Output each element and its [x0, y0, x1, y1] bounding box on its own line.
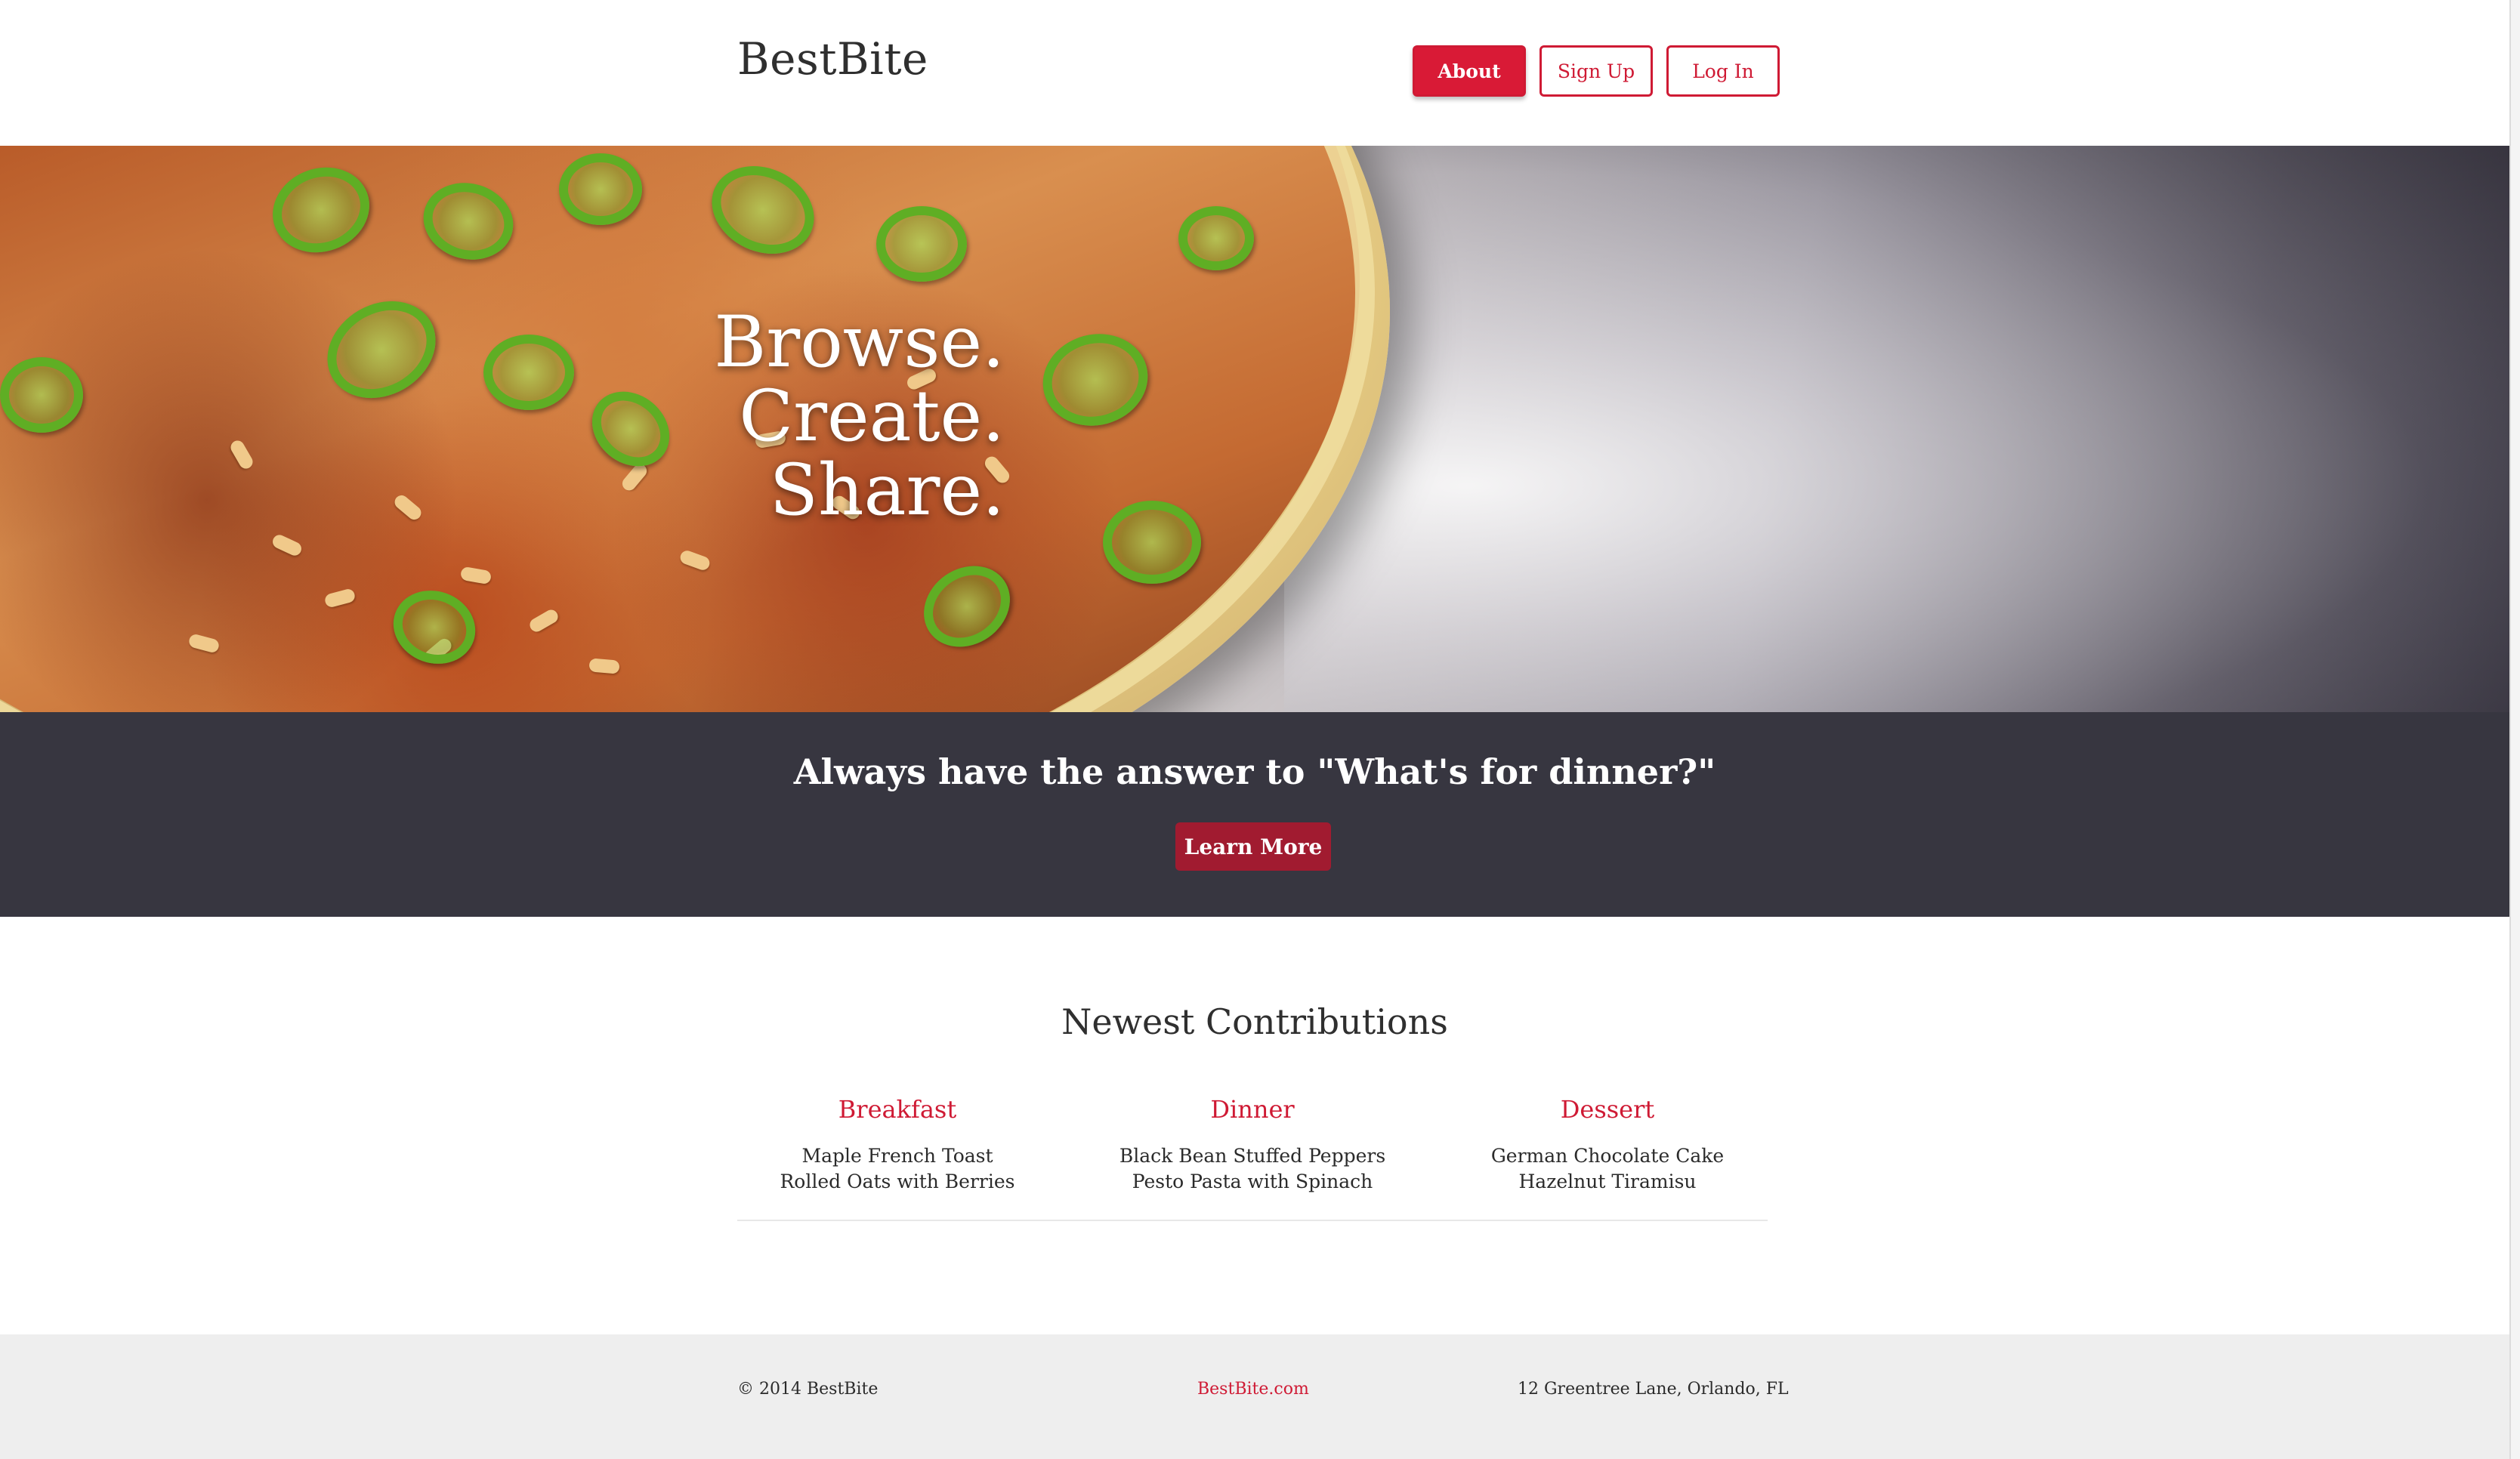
scallion-garnish — [559, 153, 642, 225]
hero-tagline: Browse. Create. Share. — [714, 306, 1005, 528]
learn-more-button[interactable]: Learn More — [1175, 822, 1331, 871]
page-scrollbar[interactable] — [2509, 0, 2520, 1459]
hero-line-create: Create. — [739, 375, 1005, 458]
scallion-garnish — [876, 206, 967, 282]
rice-grain — [588, 658, 620, 674]
contribution-column-dessert: Dessert German Chocolate Cake Hazelnut T… — [1449, 1095, 1766, 1195]
cta-title: Always have the answer to "What's for di… — [793, 751, 1716, 792]
column-heading-breakfast[interactable]: Breakfast — [739, 1095, 1056, 1124]
recipe-link[interactable]: Hazelnut Tiramisu — [1449, 1169, 1766, 1195]
sign-up-button[interactable]: Sign Up — [1539, 45, 1653, 97]
footer-copyright: © 2014 BestBite — [737, 1380, 879, 1399]
column-heading-dinner[interactable]: Dinner — [1094, 1095, 1411, 1124]
scallion-garnish — [483, 335, 574, 410]
hero-background-shade — [1284, 146, 2509, 712]
about-button[interactable]: About — [1413, 45, 1526, 97]
cta-band: Always have the answer to "What's for di… — [0, 712, 2509, 917]
food-bowl-rim — [0, 146, 1375, 712]
recipe-link[interactable]: Rolled Oats with Berries — [739, 1169, 1056, 1195]
section-divider — [737, 1220, 1768, 1221]
recipe-link[interactable]: German Chocolate Cake — [1449, 1143, 1766, 1169]
site-footer: © 2014 BestBite BestBite.com 12 Greentre… — [0, 1334, 2509, 1459]
footer-site-link[interactable]: BestBite.com — [1197, 1380, 1309, 1399]
contributions-title: Newest Contributions — [1061, 1001, 1448, 1042]
hero-line-share: Share. — [769, 449, 1005, 532]
log-in-button[interactable]: Log In — [1666, 45, 1780, 97]
contribution-column-dinner: Dinner Black Bean Stuffed Peppers Pesto … — [1094, 1095, 1411, 1195]
scallion-garnish — [0, 357, 83, 433]
brand-logo[interactable]: BestBite — [737, 33, 928, 85]
recipe-link[interactable]: Maple French Toast — [739, 1143, 1056, 1169]
scallion-garnish — [1178, 206, 1254, 270]
scallion-garnish — [1103, 501, 1201, 584]
site-header: BestBite About Sign Up Log In — [0, 0, 2509, 146]
recipe-link[interactable]: Pesto Pasta with Spinach — [1094, 1169, 1411, 1195]
hero-banner: Browse. Create. Share. — [0, 146, 2509, 712]
recipe-link[interactable]: Black Bean Stuffed Peppers — [1094, 1143, 1411, 1169]
footer-address: 12 Greentree Lane, Orlando, FL — [1518, 1380, 1789, 1399]
hero-line-browse: Browse. — [714, 301, 1005, 384]
column-heading-dessert[interactable]: Dessert — [1449, 1095, 1766, 1124]
contribution-column-breakfast: Breakfast Maple French Toast Rolled Oats… — [739, 1095, 1056, 1195]
